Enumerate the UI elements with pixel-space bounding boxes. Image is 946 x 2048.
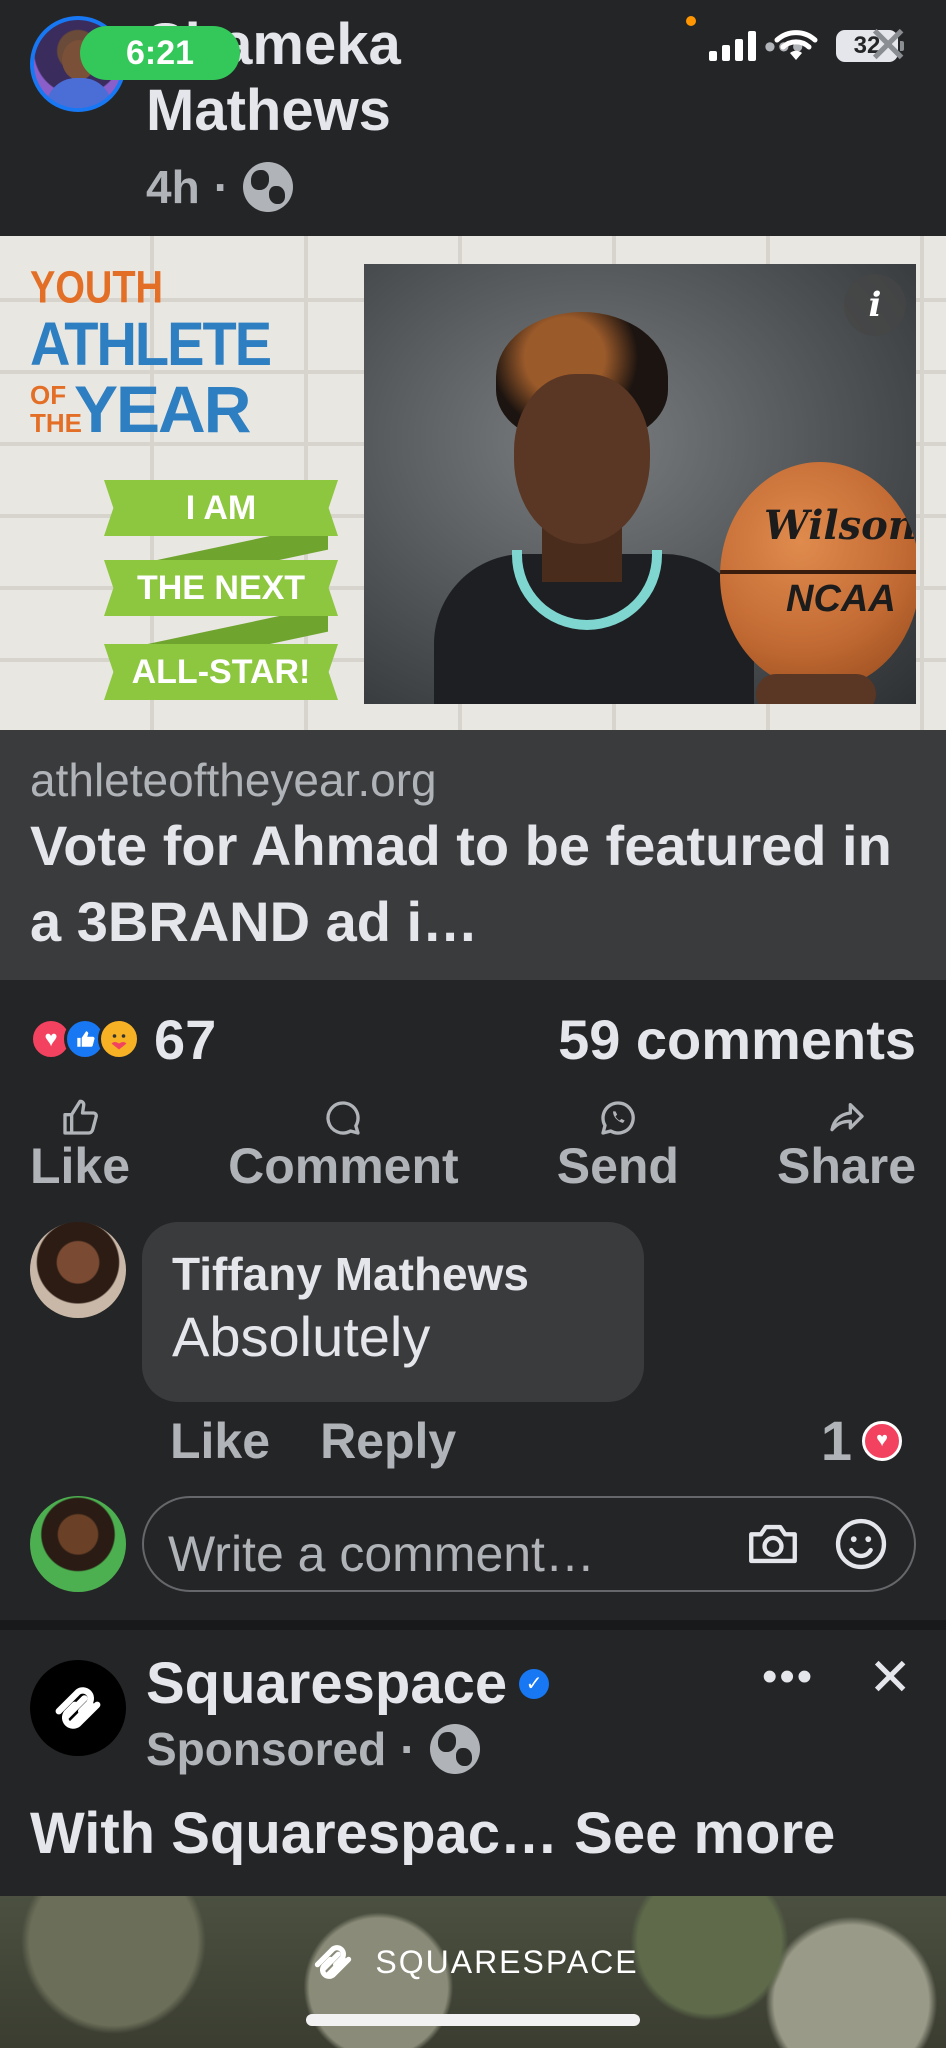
athlete-face — [514, 374, 650, 544]
care-reaction-icon — [98, 1018, 140, 1060]
comment-input[interactable]: Write a comment… — [142, 1496, 916, 1592]
event-logo: YOUTH ATHLETE OF THE YEAR — [30, 262, 272, 442]
share-icon — [829, 1103, 864, 1132]
ad-media-brand: SQUARESPACE — [0, 1936, 946, 1988]
ad-close-icon[interactable]: ✕ — [868, 1652, 912, 1704]
meta-separator: · — [213, 161, 230, 213]
info-button[interactable]: i — [844, 274, 906, 336]
ad-text: With Squarespac… See more — [30, 1800, 835, 1867]
home-indicator[interactable] — [306, 2014, 640, 2026]
viewer-avatar — [30, 1496, 126, 1592]
comment-button[interactable]: Comment — [228, 1098, 459, 1198]
basketball: Wilson NCAA — [720, 462, 916, 690]
ribbon-line-1: I AM — [104, 480, 338, 536]
link-title: Vote for Ahmad to be featured in a 3BRAN… — [30, 814, 892, 953]
comment-actions: Like Reply — [170, 1412, 456, 1470]
comment-icon — [326, 1101, 361, 1135]
sponsored-label: Sponsored — [146, 1723, 387, 1775]
privacy-indicator-dot — [686, 16, 696, 26]
close-icon[interactable]: ✕ — [866, 20, 910, 72]
camera-icon[interactable] — [744, 1515, 802, 1573]
avatar-body — [46, 78, 112, 108]
comment-text: Absolutely — [172, 1305, 431, 1368]
squarespace-logo-icon[interactable] — [30, 1660, 126, 1756]
like-label: Like — [30, 1138, 131, 1194]
sponsored-meta: Sponsored · — [146, 1722, 480, 1776]
heart-icon: ♥ — [862, 1420, 902, 1461]
commenter-avatar[interactable] — [30, 1222, 126, 1318]
comment-label: Comment — [228, 1138, 459, 1194]
comment-placeholder: Write a comment… — [168, 1526, 595, 1582]
cellular-signal-icon — [709, 31, 756, 61]
comment-like-button[interactable]: Like — [170, 1412, 270, 1470]
feed-divider — [0, 1620, 946, 1630]
post-meta: 4h · — [146, 160, 294, 214]
athlete-photo: Wilson NCAA i — [364, 264, 916, 704]
share-label: Share — [777, 1138, 916, 1194]
logo-year-row: OF THE YEAR — [30, 376, 251, 442]
comment-reactions[interactable]: 1 ♥ — [821, 1408, 902, 1473]
ad-more-options-icon[interactable]: ••• — [762, 1652, 814, 1702]
share-button[interactable]: Share — [777, 1098, 916, 1198]
advertiser-row: Squarespace ✓ — [146, 1650, 550, 1717]
comment-bubble[interactable]: Tiffany Mathews Absolutely — [142, 1222, 644, 1402]
logo-of: OF — [30, 380, 67, 410]
comment-reply-button[interactable]: Reply — [320, 1412, 456, 1470]
post-header: Shameka Mathews 6:21 4h · ••• 32 ✕ — [0, 0, 946, 236]
whatsapp-icon — [601, 1101, 635, 1135]
ribbon-line-2: THE NEXT — [104, 560, 338, 616]
ribbon-line-3: ALL-STAR! — [104, 644, 338, 700]
ad-media-wordmark: SQUARESPACE — [375, 1943, 639, 1980]
verified-badge-icon: ✓ — [519, 1668, 550, 1699]
wifi-icon — [774, 30, 818, 62]
commenter-name[interactable]: Tiffany Mathews — [172, 1246, 614, 1302]
status-time: 6:21 — [80, 26, 240, 80]
athlete-hand — [756, 674, 876, 704]
ball-league: NCAA — [786, 578, 896, 620]
logo-youth: YOUTH — [30, 262, 163, 314]
comment-reaction-count: 1 — [820, 1409, 852, 1472]
emoji-icon[interactable] — [832, 1515, 890, 1573]
ad-body-text: With Squarespac… — [30, 1801, 559, 1866]
reaction-stack[interactable]: ♥ 67 — [30, 1007, 216, 1072]
link-domain: athleteoftheyear.org — [30, 754, 437, 806]
globe-icon — [243, 162, 294, 212]
logo-of-the: OF THE — [30, 380, 82, 437]
logo-year: YEAR — [74, 372, 251, 446]
like-icon — [63, 1099, 98, 1135]
send-button[interactable]: Send — [557, 1098, 679, 1198]
ball-brand: Wilson — [764, 502, 916, 549]
like-button[interactable]: Like — [30, 1098, 130, 1198]
sponsored-post: Squarespace ✓ Sponsored · ••• ✕ With Squ… — [0, 1630, 946, 2048]
advertiser-name[interactable]: Squarespace — [146, 1650, 507, 1717]
comments-count[interactable]: 59 comments — [558, 1007, 916, 1072]
ball-seam — [720, 570, 916, 574]
send-label: Send — [556, 1138, 679, 1194]
post-image[interactable]: YOUTH ATHLETE OF THE YEAR I AM THE NEXT … — [0, 236, 946, 730]
reaction-count: 67 — [154, 1007, 217, 1071]
logo-athlete: ATHLETE — [30, 308, 272, 379]
post-actions: Like Comment Send Share — [30, 1098, 916, 1198]
see-more-link[interactable]: See more — [574, 1801, 835, 1866]
reactions-summary: ♥ 67 59 comments — [30, 1004, 916, 1074]
sponsored-separator: · — [400, 1723, 416, 1775]
composer-icons — [744, 1515, 890, 1573]
globe-icon — [429, 1724, 480, 1774]
comment-composer: Write a comment… — [30, 1494, 916, 1594]
post-age: 4h — [146, 161, 200, 213]
author-name-line2: Mathews — [146, 78, 391, 143]
squarespace-mark-icon — [315, 1945, 352, 1979]
link-preview[interactable]: athleteoftheyear.org Vote for Ahmad to b… — [0, 730, 946, 980]
